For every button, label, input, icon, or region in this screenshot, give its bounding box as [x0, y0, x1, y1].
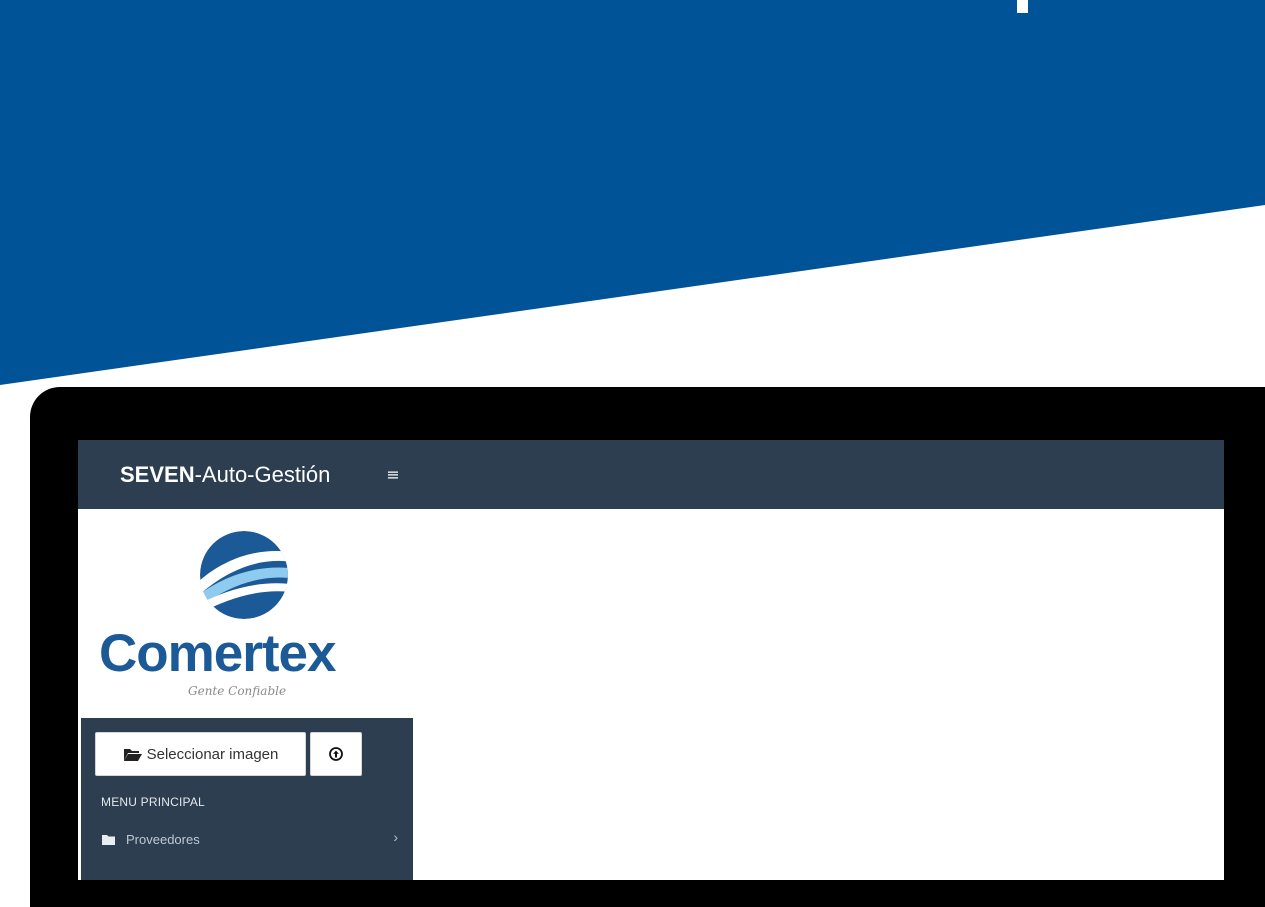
chevron-right-icon: › — [393, 829, 398, 845]
app-brand[interactable]: SEVEN-Auto-Gestión — [120, 462, 330, 488]
sidebar: Seleccionar imagen MENU PRINCIPAL Provee… — [81, 718, 413, 880]
sidebar-item-proveedores[interactable]: Proveedores › — [81, 819, 413, 859]
brand-bold: SEVEN — [120, 461, 195, 487]
upload-button[interactable] — [310, 732, 362, 776]
brand-rest: -Auto-Gestión — [194, 461, 331, 487]
logo-tagline: Gente Confiable — [188, 684, 287, 698]
sidebar-item-label: Proveedores — [126, 831, 200, 847]
menu-header: MENU PRINCIPAL — [101, 795, 205, 809]
select-image-label: Seleccionar imagen — [146, 745, 279, 763]
logo-wordmark: Comertex — [99, 624, 336, 683]
globe-swoosh-icon — [200, 531, 288, 619]
app-screen: SEVEN-Auto-Gestión ≡ Comertex Gente Conf… — [78, 440, 1224, 880]
folder-open-icon — [123, 748, 142, 761]
upload-circle-icon — [329, 747, 343, 761]
image-actions: Seleccionar imagen — [95, 732, 362, 776]
select-image-button[interactable]: Seleccionar imagen — [95, 732, 306, 776]
banner-marker — [1017, 0, 1028, 13]
hamburger-icon[interactable]: ≡ — [386, 466, 399, 483]
folder-icon — [102, 834, 115, 845]
app-header: SEVEN-Auto-Gestión ≡ — [78, 440, 1224, 509]
company-logo: Comertex Gente Confiable — [78, 509, 413, 718]
